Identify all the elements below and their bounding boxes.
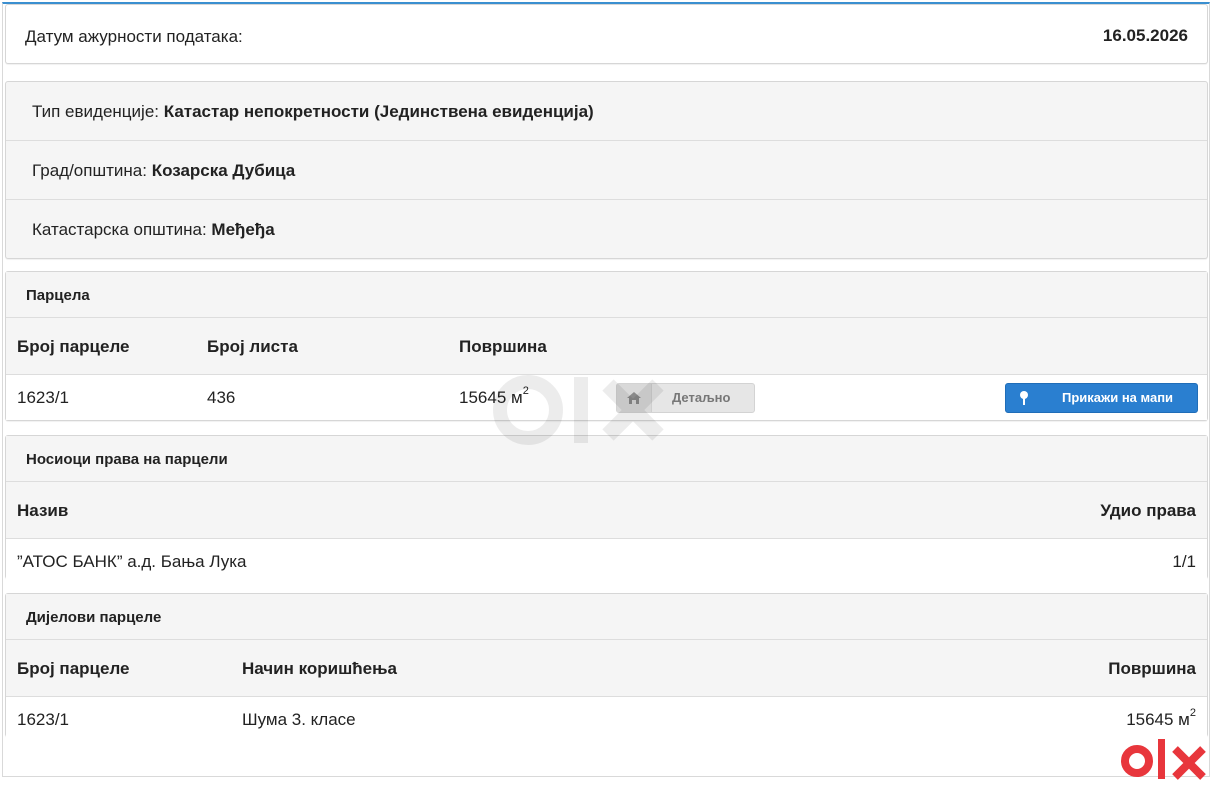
parcel-header: Парцела <box>6 272 1207 318</box>
show-on-map-label: Прикажи на мапи <box>1062 390 1174 405</box>
part-usage: Шума 3. класе <box>242 710 356 729</box>
col-part-area: Површина <box>1108 659 1196 678</box>
cadastral-value: Међеђа <box>211 220 275 239</box>
holder-name: ”АТОС БАНК” а.д. Бања Лука <box>17 552 247 571</box>
olx-watermark <box>488 375 738 450</box>
parcel-number: 1623/1 <box>17 388 69 407</box>
col-name: Назив <box>17 501 69 520</box>
part-number: 1623/1 <box>17 710 69 729</box>
col-usage: Начин коришћења <box>242 659 397 678</box>
rights-holders-title: Носиоци права на парцели <box>26 451 228 468</box>
data-date-label: Датум ажурности података: <box>25 27 243 46</box>
col-share: Удио права <box>1100 501 1196 520</box>
parcel-parts-title: Дијелови парцеле <box>26 609 162 626</box>
record-type-label: Тип евиденције: <box>32 102 159 121</box>
col-area: Површина <box>459 337 547 356</box>
part-area: 15645 м2 <box>1126 707 1196 729</box>
cadastral-row: Катастарска општина: Међеђа <box>6 200 1207 259</box>
cadastral-label: Катастарска општина: <box>32 220 207 239</box>
col-parcel-number: Број парцеле <box>17 337 130 356</box>
table-row: ”АТОС БАНК” а.д. Бања Лука 1/1 <box>6 540 1207 584</box>
city-label: Град/општина: <box>32 161 147 180</box>
record-type-row: Тип евиденције: Катастар непокретности (… <box>6 82 1207 141</box>
map-pin-icon <box>1019 390 1029 411</box>
olx-logo <box>1121 737 1209 781</box>
col-sheet-number: Број листа <box>207 337 298 356</box>
col-part-number: Број парцеле <box>17 659 130 678</box>
record-type-value: Катастар непокретности (Јединствена евид… <box>163 102 594 121</box>
holder-share: 1/1 <box>1172 552 1196 571</box>
sheet-number: 436 <box>207 388 236 407</box>
data-date-panel: Датум ажурности података: 16.05.2026 <box>5 4 1208 64</box>
data-date-value: 16.05.2026 <box>1102 26 1188 45</box>
parts-table-head: Број парцеле Начин коришћења Површина <box>6 640 1207 697</box>
show-on-map-button[interactable]: Прикажи на мапи <box>1005 383 1198 413</box>
city-row: Град/општина: Козарска Дубица <box>6 141 1207 200</box>
rights-holders-panel: Носиоци права на парцели Назив Удио прав… <box>5 435 1208 584</box>
parcel-title: Парцела <box>26 287 90 304</box>
rights-table-head: Назив Удио права <box>6 482 1207 539</box>
parcel-table-head: Број парцеле Број листа Површина <box>6 318 1207 375</box>
record-info-panel: Тип евиденције: Катастар непокретности (… <box>5 81 1208 259</box>
parcel-parts-panel: Дијелови парцеле Број парцеле Начин кори… <box>5 593 1208 742</box>
parcel-parts-header: Дијелови парцеле <box>6 594 1207 640</box>
city-value: Козарска Дубица <box>151 161 296 180</box>
table-row: 1623/1 Шума 3. класе 15645 м2 <box>6 698 1207 742</box>
